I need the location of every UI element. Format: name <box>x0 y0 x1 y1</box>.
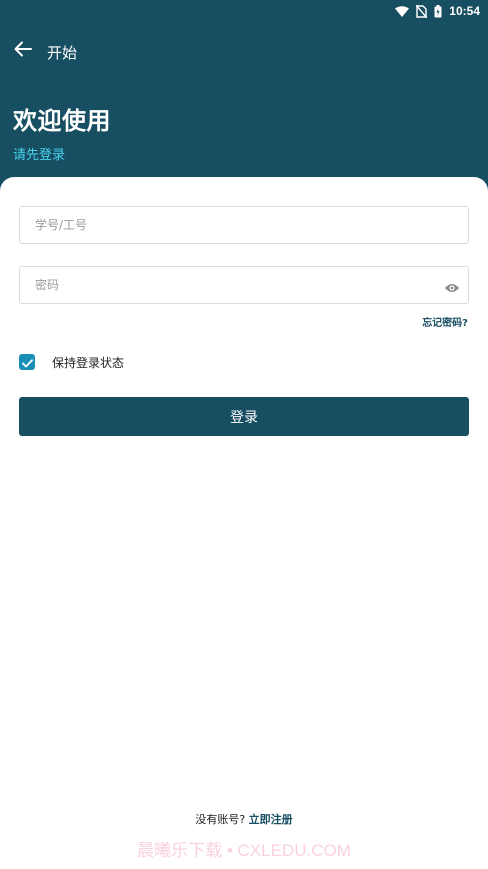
welcome-subtitle: 请先登录 <box>13 148 66 163</box>
login-button[interactable]: 登录 <box>19 397 469 436</box>
header-banner: 10:54 开始 欢迎使用 请先登录 <box>0 0 488 200</box>
username-input[interactable] <box>20 207 468 243</box>
app-bar: 开始 <box>0 36 488 66</box>
wifi-icon <box>395 5 410 17</box>
keep-logged-in-checkbox[interactable] <box>19 354 35 370</box>
status-time: 10:54 <box>449 4 480 18</box>
keep-logged-in-label: 保持登录状态 <box>52 355 125 370</box>
no-account-text: 没有账号? <box>195 813 249 826</box>
register-prompt: 没有账号? 立即注册 <box>0 811 488 827</box>
no-sim-icon <box>416 4 428 18</box>
app-bar-title: 开始 <box>47 44 78 62</box>
back-button[interactable] <box>12 41 34 61</box>
watermark: 晨曦乐下载 • CXLEDU.COM <box>137 841 351 860</box>
keep-logged-in[interactable]: 保持登录状态 <box>19 353 124 371</box>
checkmark-icon <box>21 353 33 372</box>
battery-icon <box>434 4 442 18</box>
forgot-password-link[interactable]: 忘记密码? <box>422 314 468 329</box>
status-bar: 10:54 <box>0 0 488 22</box>
username-field[interactable] <box>19 206 469 244</box>
eye-icon[interactable] <box>444 279 460 292</box>
arrow-left-icon <box>14 41 32 61</box>
password-field[interactable] <box>19 266 469 304</box>
register-link[interactable]: 立即注册 <box>249 813 293 826</box>
welcome-title: 欢迎使用 <box>13 107 111 135</box>
password-input[interactable] <box>20 267 468 303</box>
